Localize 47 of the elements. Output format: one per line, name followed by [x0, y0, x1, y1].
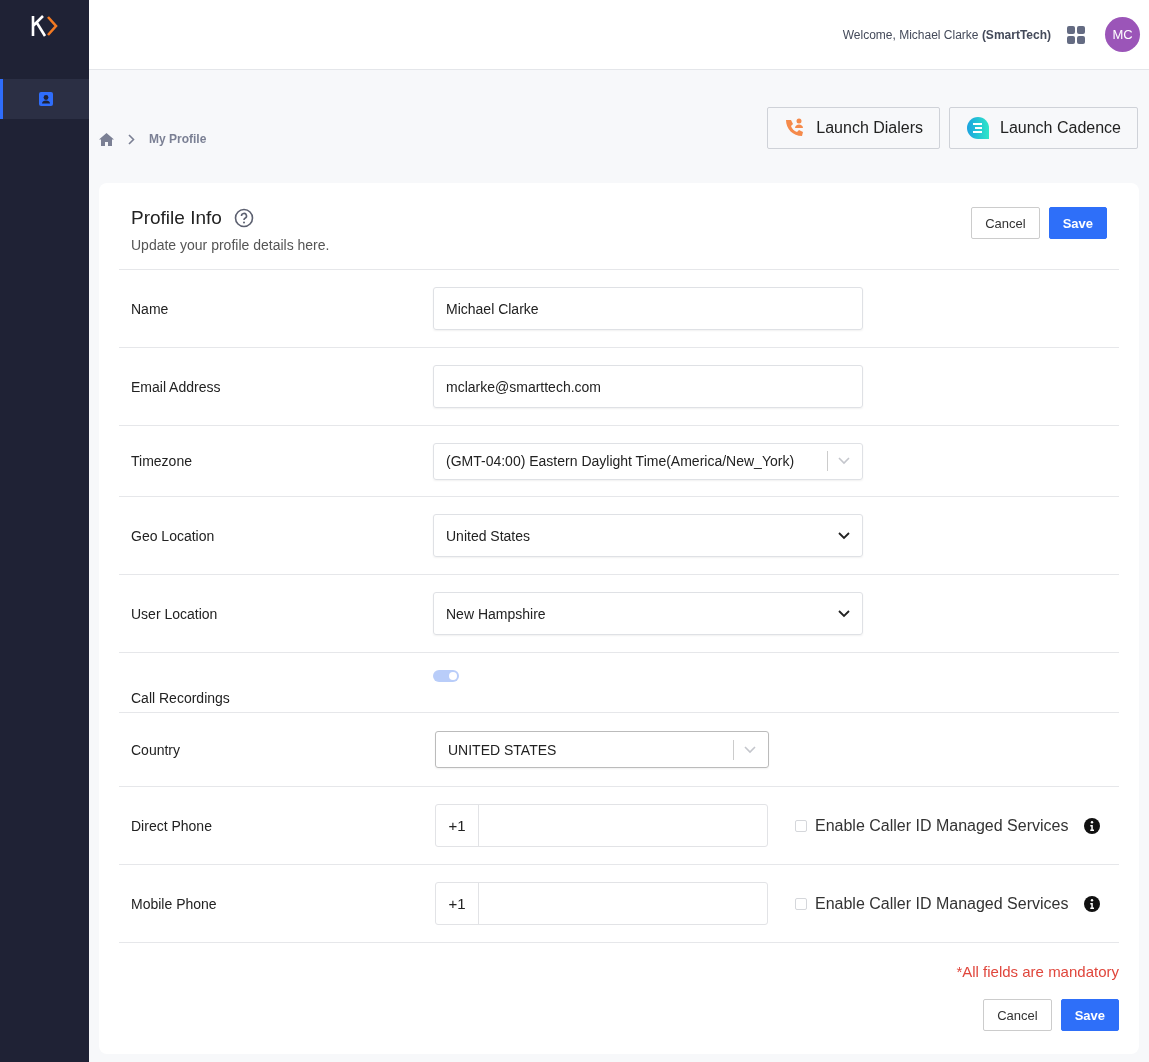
field-label: Name — [131, 300, 170, 317]
field-label: Geo Location — [131, 527, 216, 544]
sidebar-item[interactable] — [0, 79, 89, 119]
phone-field[interactable]: +1 — [435, 882, 768, 925]
card-subtitle: Update your profile details here. — [131, 237, 330, 253]
chevron-down-icon — [838, 531, 850, 540]
launch-button[interactable]: Launch Cadence — [949, 107, 1138, 149]
select-field[interactable]: New Hampshire — [433, 592, 863, 635]
apps-grid-icon[interactable] — [1067, 25, 1085, 44]
cancel-button[interactable]: Cancel — [971, 207, 1040, 239]
checkbox[interactable] — [795, 819, 807, 832]
contact-card-icon — [39, 92, 53, 106]
save-button[interactable]: Save — [1060, 999, 1119, 1031]
save-button[interactable]: Save — [1048, 207, 1107, 239]
field-label: Direct Phone — [131, 817, 213, 834]
launch-button[interactable]: Launch Dialers — [767, 107, 940, 149]
field-label: User Location — [131, 605, 219, 622]
text-field[interactable]: mclarke@smarttech.com — [433, 365, 863, 408]
checkbox-label: Enable Caller ID Managed Services — [815, 894, 1069, 913]
text-field[interactable]: Michael Clarke — [433, 287, 863, 330]
help-icon[interactable] — [233, 208, 254, 228]
welcome-text: Welcome, Michael Clarke (SmartTech) — [842, 27, 1051, 42]
select-field[interactable]: UNITED STATES — [435, 731, 769, 768]
home-icon[interactable] — [99, 132, 114, 146]
chevron-down-icon — [744, 745, 756, 754]
breadcrumb-current: My Profile — [149, 132, 207, 146]
field-label: Country — [131, 741, 182, 758]
chat-lines-icon — [966, 116, 990, 140]
chevron-down-icon — [838, 609, 850, 618]
toggle-switch[interactable] — [433, 670, 459, 682]
info-icon[interactable] — [1084, 817, 1101, 834]
chevron-down-icon — [838, 457, 850, 465]
chevron-right-icon — [128, 133, 135, 145]
field-label: Email Address — [131, 378, 222, 395]
checkbox-label: Enable Caller ID Managed Services — [815, 816, 1069, 835]
field-label: Timezone — [131, 453, 193, 469]
phone-field[interactable]: +1 — [435, 804, 768, 847]
card-title: Profile Info — [131, 207, 222, 229]
select-field[interactable]: (GMT-04:00) Eastern Daylight Time(America/New_York) — [433, 442, 863, 480]
field-label: Call Recordings — [131, 689, 231, 706]
select-field[interactable]: United States — [433, 514, 863, 557]
cancel-button[interactable]: Cancel — [983, 999, 1052, 1031]
user-avatar[interactable]: MC — [1105, 17, 1140, 52]
mandatory-note: *All fields are mandatory — [956, 963, 1119, 980]
checkbox[interactable] — [795, 897, 807, 910]
info-icon[interactable] — [1084, 895, 1101, 912]
field-label: Mobile Phone — [131, 895, 218, 912]
